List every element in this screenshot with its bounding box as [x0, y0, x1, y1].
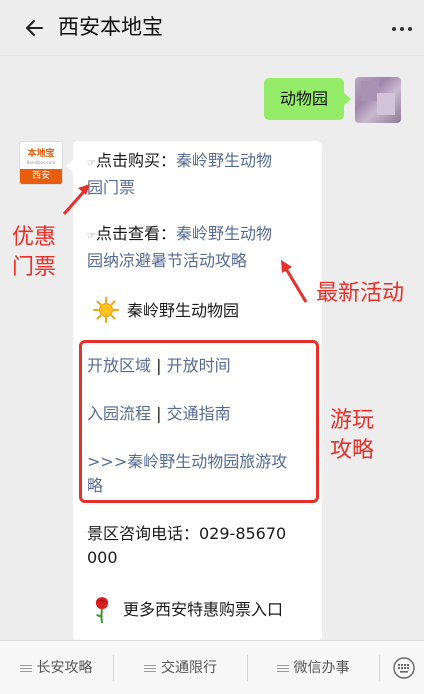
chat-title: 西安本地宝 — [58, 15, 163, 39]
user-avatar[interactable] — [355, 77, 401, 123]
annotation-line: 门票 — [12, 255, 57, 280]
rose-icon — [95, 597, 109, 624]
keyboard-icon[interactable] — [393, 657, 415, 679]
menu-lines-icon — [276, 663, 289, 674]
activity-link[interactable]: 秦岭野生动物 — [176, 224, 272, 243]
menu-label: 交通限行 — [161, 660, 217, 676]
bot-logo-subtext: Bendibao.com — [26, 160, 56, 165]
sun-icon — [93, 297, 119, 323]
menu-label: 微信办事 — [293, 660, 350, 676]
chat-header: 西安本地宝 — [0, 0, 424, 56]
menu-changan-guide[interactable]: 长安攻略 — [0, 641, 112, 694]
travel-guide-annotation: 游玩 攻略 — [330, 406, 374, 466]
buy-ticket-link[interactable]: 秦岭野生动物 — [176, 151, 272, 170]
menu-wechat-services[interactable]: 微信办事 — [248, 641, 378, 694]
view-prefix: 点击查看： — [95, 224, 176, 243]
phone-paragraph: 景区咨询电话：029-85670 000 — [87, 522, 309, 570]
latest-activity-arrow — [281, 260, 308, 303]
guide-highlight-box — [79, 340, 319, 503]
annotation-line: 游玩 — [330, 408, 375, 433]
bot-logo-text: 本地宝 — [27, 149, 55, 159]
arrow-left-icon[interactable] — [22, 16, 46, 40]
pointing-hand-icon: ☞ — [87, 158, 96, 169]
phone-text-cont: 000 — [87, 548, 118, 567]
annotation-line: 优惠 — [12, 225, 57, 250]
bot-avatar[interactable]: 本地宝 Bendibao.com 西安 — [19, 141, 63, 185]
activity-link-cont[interactable]: 园纳凉避暑节活动攻略 — [87, 251, 247, 270]
menu-traffic-restriction[interactable]: 交通限行 — [114, 641, 247, 694]
bottom-menu-bar: 长安攻略 交通限行 微信办事 — [0, 640, 424, 694]
more-tickets-link[interactable]: 更多西安特惠购票入口 — [123, 598, 318, 622]
menu-label: 长安攻略 — [36, 660, 93, 676]
discount-ticket-annotation: 优惠 门票 — [12, 223, 56, 283]
pointing-hand-icon: ☞ — [87, 231, 96, 242]
phone-text: 景区咨询电话：029-85670 — [87, 524, 287, 543]
latest-activity-annotation: 最新活动 — [316, 281, 405, 306]
annotation-line: 攻略 — [330, 438, 375, 463]
menu-lines-icon — [19, 663, 32, 674]
buy-prefix: 点击购买： — [95, 151, 176, 170]
user-message-text: 动物园 — [279, 89, 328, 108]
menu-lines-icon — [144, 663, 156, 674]
buy-ticket-paragraph: ☞点击购买：秦岭野生动物 园门票 — [87, 149, 309, 200]
user-message-bubble: 动物园 — [264, 78, 351, 120]
more-dots-icon[interactable] — [390, 24, 414, 34]
discount-arrow — [62, 184, 90, 215]
